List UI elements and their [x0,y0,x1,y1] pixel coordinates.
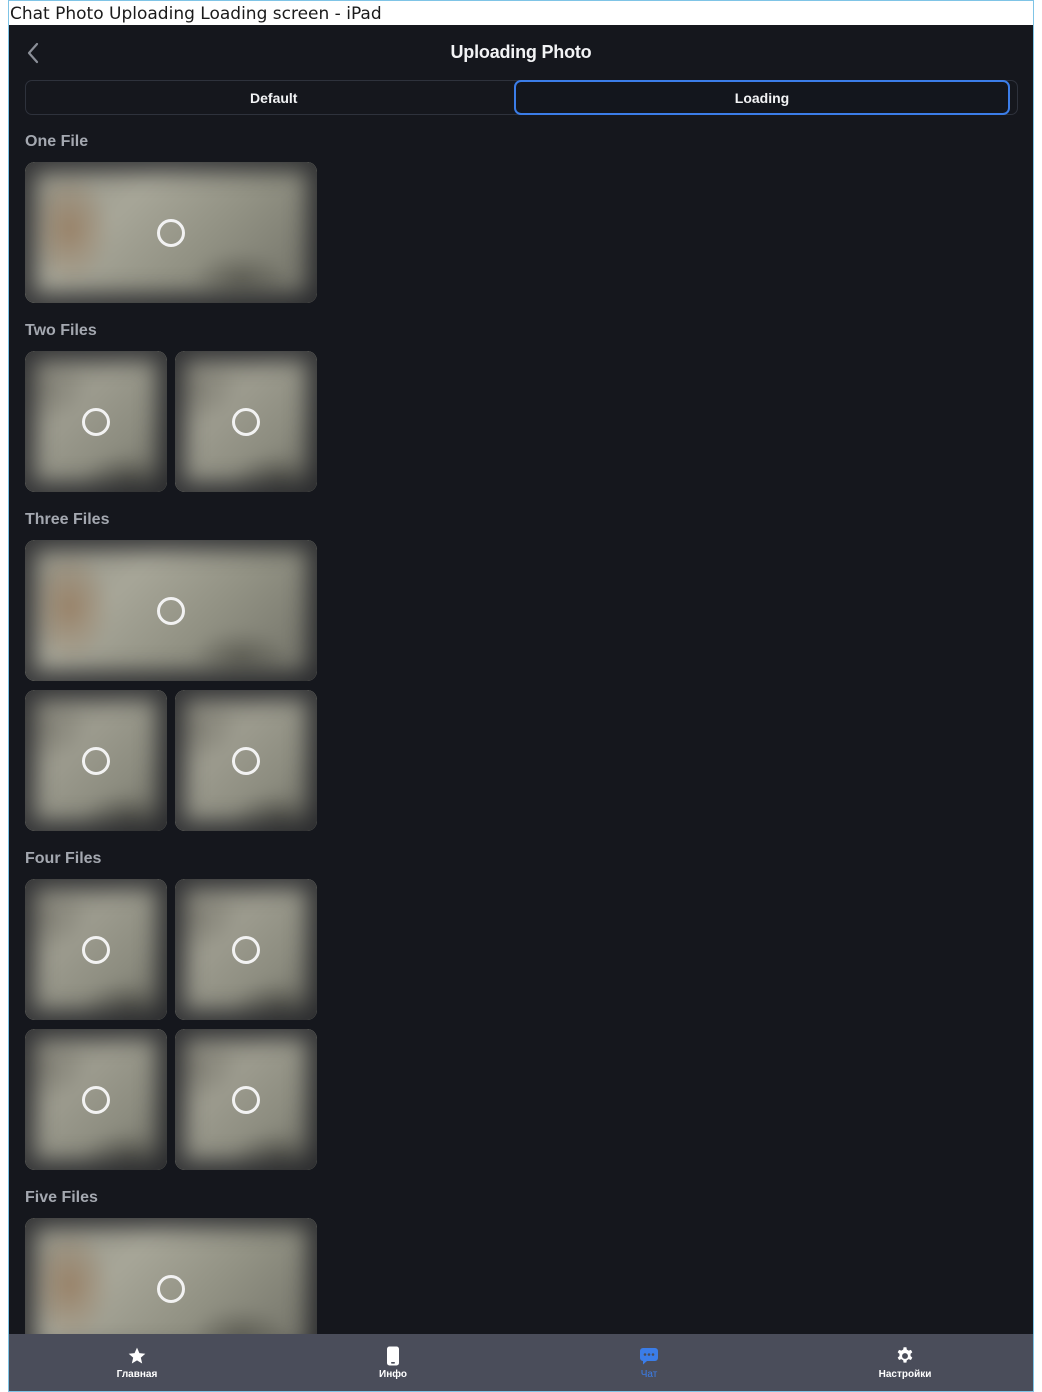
loading-spinner-icon [157,218,185,247]
loading-spinner-icon [232,1085,260,1114]
gear-icon [894,1345,916,1367]
loading-spinner-icon [232,746,260,775]
loading-spinner-icon [232,935,260,964]
tab-label: Инфо [379,1369,407,1380]
photo-thumbnail[interactable] [175,351,317,492]
section-title-two-files: Two Files [25,322,97,339]
photo-thumbnail[interactable] [25,351,167,492]
section-title-five-files: Five Files [25,1189,98,1206]
segment-loading[interactable]: Loading [514,80,1010,115]
section-title-one-file: One File [25,133,89,150]
photo-thumbnail[interactable] [25,162,317,303]
tab-chat[interactable]: Чат [521,1334,777,1391]
window-title: Chat Photo Uploading Loading screen - iP… [8,0,1034,25]
loading-spinner-icon [157,596,185,625]
loading-spinner-icon [157,1274,185,1303]
loading-spinner-icon [82,407,110,436]
bottom-tab-bar: Главная Инфо Чат Настройки [9,1334,1033,1391]
tab-label: Чат [640,1369,658,1380]
photo-thumbnail[interactable] [25,879,167,1020]
segmented-control: Default Loading [25,80,1018,115]
tab-home[interactable]: Главная [9,1334,265,1391]
ipad-screen: Uploading Photo Default Loading One File… [8,25,1034,1392]
segment-default[interactable]: Default [26,81,522,114]
page-title: Uploading Photo [450,42,592,62]
section-title-four-files: Four Files [25,850,102,867]
photo-thumbnail[interactable] [25,690,167,831]
tab-label: Настройки [878,1369,932,1380]
navigation-bar: Uploading Photo [9,25,1033,81]
chat-bubble-icon [638,1345,660,1367]
photo-thumbnail[interactable] [175,690,317,831]
tab-label: Главная [116,1369,158,1380]
loading-spinner-icon [82,935,110,964]
loading-spinner-icon [82,746,110,775]
tab-settings[interactable]: Настройки [777,1334,1033,1391]
section-title-three-files: Three Files [25,511,110,528]
photo-thumbnail[interactable] [25,540,317,681]
loading-spinner-icon [82,1085,110,1114]
phone-icon [382,1345,404,1367]
tab-info[interactable]: Инфо [265,1334,521,1391]
photo-thumbnail[interactable] [175,879,317,1020]
photo-thumbnail[interactable] [25,1029,167,1170]
loading-spinner-icon [232,407,260,436]
photo-thumbnail[interactable] [175,1029,317,1170]
star-icon [126,1345,148,1367]
